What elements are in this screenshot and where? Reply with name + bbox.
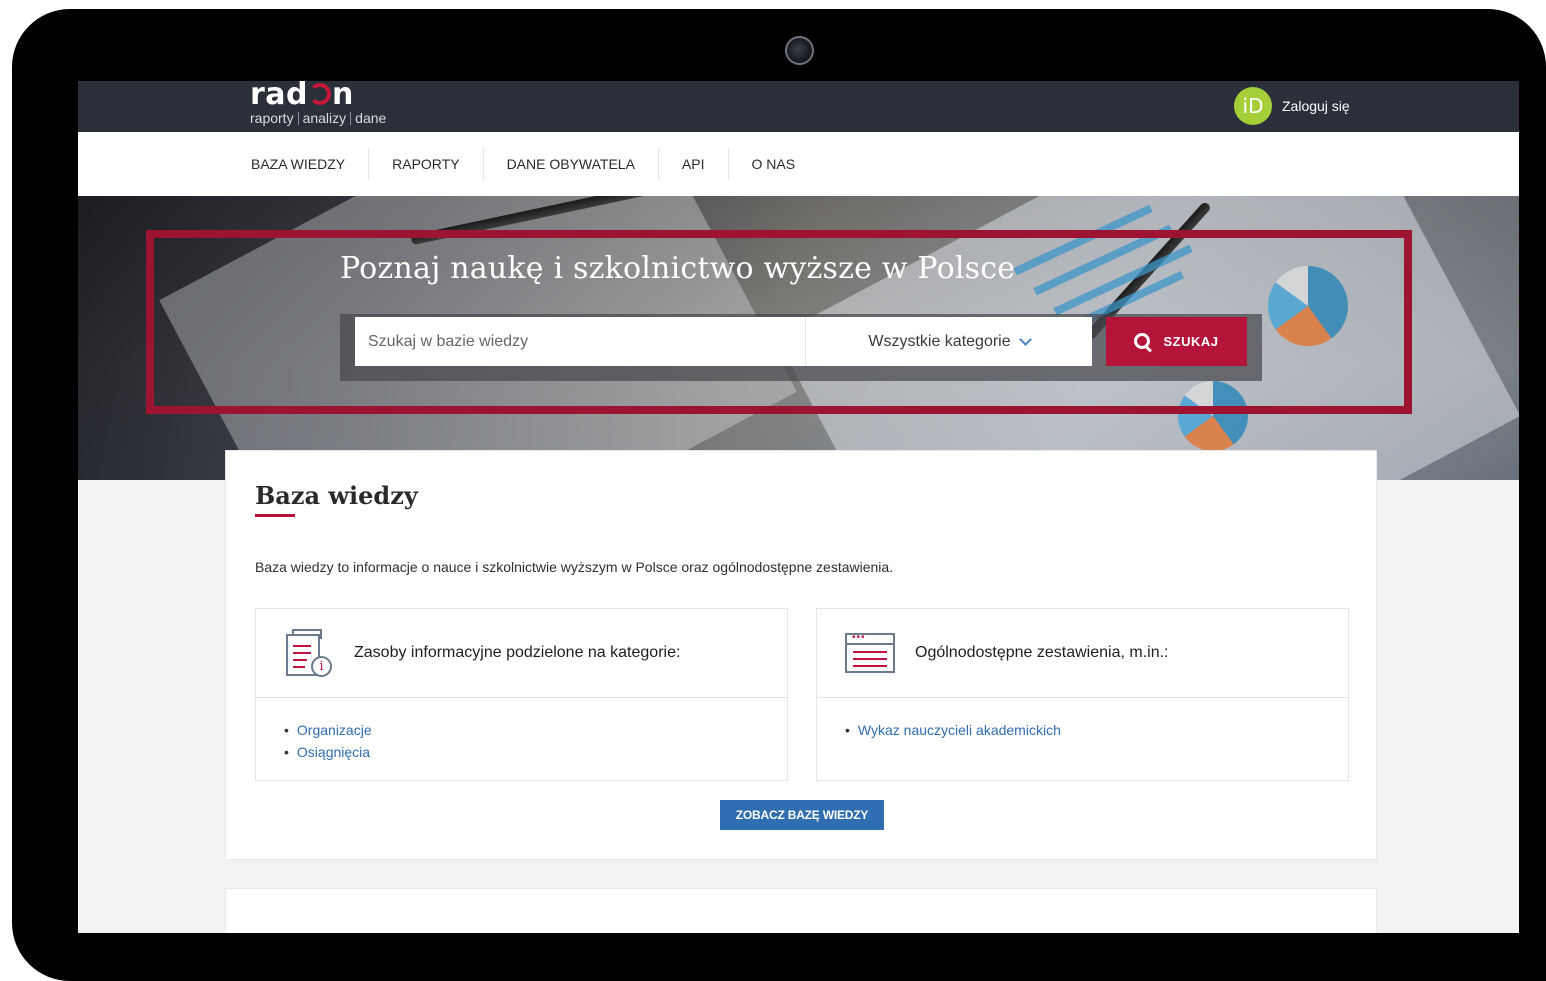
list-item: Osiągnięcia: [284, 741, 787, 763]
search-box: Wszystkie kategorie: [355, 317, 1092, 366]
document-info-icon: i: [284, 628, 334, 678]
logo-word-end: n: [332, 81, 354, 112]
category-select[interactable]: Wszystkie kategorie: [806, 317, 1092, 366]
section-title: Baza wiedzy: [255, 481, 418, 510]
login-label: Zaloguj się: [1282, 98, 1350, 114]
link-achievements[interactable]: Osiągnięcia: [297, 744, 370, 760]
search-button[interactable]: SZUKAJ: [1106, 317, 1247, 366]
tablet-frame: rad n raporty analizy dane iD Zaloguj się B…: [12, 9, 1546, 981]
tagline-divider: [350, 112, 352, 125]
browser-screen: rad n raporty analizy dane iD Zaloguj się B…: [78, 81, 1519, 933]
logo-word-start: rad: [250, 81, 309, 112]
top-bar: rad n raporty analizy dane iD Zaloguj się: [78, 81, 1519, 132]
knowledge-base-section: Baza wiedzy Baza wiedzy to informacje o …: [225, 450, 1377, 860]
camera-icon: [785, 36, 814, 65]
main-nav: BAZA WIEDZY RAPORTY DANE OBYWATELA API O…: [78, 132, 1519, 196]
tagline-divider: [297, 112, 299, 125]
panel-header: i Zasoby informacyjne podzielone na kate…: [256, 609, 787, 698]
hero-title: Poznaj naukę i szkolnictwo wyższe w Pols…: [340, 251, 1016, 286]
search-bar: Wszystkie kategorie SZUKAJ: [340, 314, 1262, 381]
tagline-analyses: analizy: [302, 110, 347, 126]
title-underline: [255, 514, 295, 517]
list-item: Wykaz nauczycieli akademickich: [845, 719, 1348, 741]
chevron-down-icon: [1018, 332, 1032, 346]
tagline-reports: raporty: [250, 110, 294, 126]
logo[interactable]: rad n raporty analizy dane: [250, 81, 386, 126]
nav-item-reports[interactable]: RAPORTY: [369, 148, 484, 180]
section-description: Baza wiedzy to informacje o nauce i szko…: [255, 559, 894, 575]
category-select-value: Wszystkie kategorie: [868, 332, 1011, 350]
panel-title: Zasoby informacyjne podzielone na katego…: [354, 644, 681, 661]
search-icon: [1134, 332, 1152, 351]
search-button-label: SZUKAJ: [1163, 334, 1219, 349]
listings-panel: ••• Ogólnodostępne zestawienia, m.in.: W…: [816, 608, 1349, 781]
panel-header: ••• Ogólnodostępne zestawienia, m.in.:: [817, 609, 1348, 698]
nav-item-citizen-data[interactable]: DANE OBYWATELA: [484, 148, 659, 180]
nav-item-api[interactable]: API: [659, 148, 729, 180]
next-section-card: [225, 888, 1377, 933]
resources-panel: i Zasoby informacyjne podzielone na kate…: [255, 608, 788, 781]
logo-tagline: raporty analizy dane: [250, 110, 386, 126]
orcid-icon: iD: [1234, 87, 1272, 125]
list-window-icon: •••: [845, 632, 895, 673]
list-item: Organizacje: [284, 719, 787, 741]
panel-title: Ogólnodostępne zestawienia, m.in.:: [915, 644, 1169, 661]
login-link[interactable]: iD Zaloguj się: [1234, 87, 1350, 125]
nav-item-knowledge-base[interactable]: BAZA WIEDZY: [228, 148, 370, 180]
search-input[interactable]: [355, 317, 806, 366]
see-knowledge-base-button[interactable]: ZOBACZ BAZĘ WIEDZY: [720, 800, 884, 830]
nav-item-about[interactable]: O NAS: [729, 148, 819, 180]
hero-banner: Poznaj naukę i szkolnictwo wyższe w Pols…: [78, 196, 1519, 480]
link-academic-teachers[interactable]: Wykaz nauczycieli akademickich: [858, 722, 1061, 738]
link-organizations[interactable]: Organizacje: [297, 722, 372, 738]
tagline-data: dane: [355, 110, 387, 126]
logo-mark-icon: [309, 83, 332, 105]
